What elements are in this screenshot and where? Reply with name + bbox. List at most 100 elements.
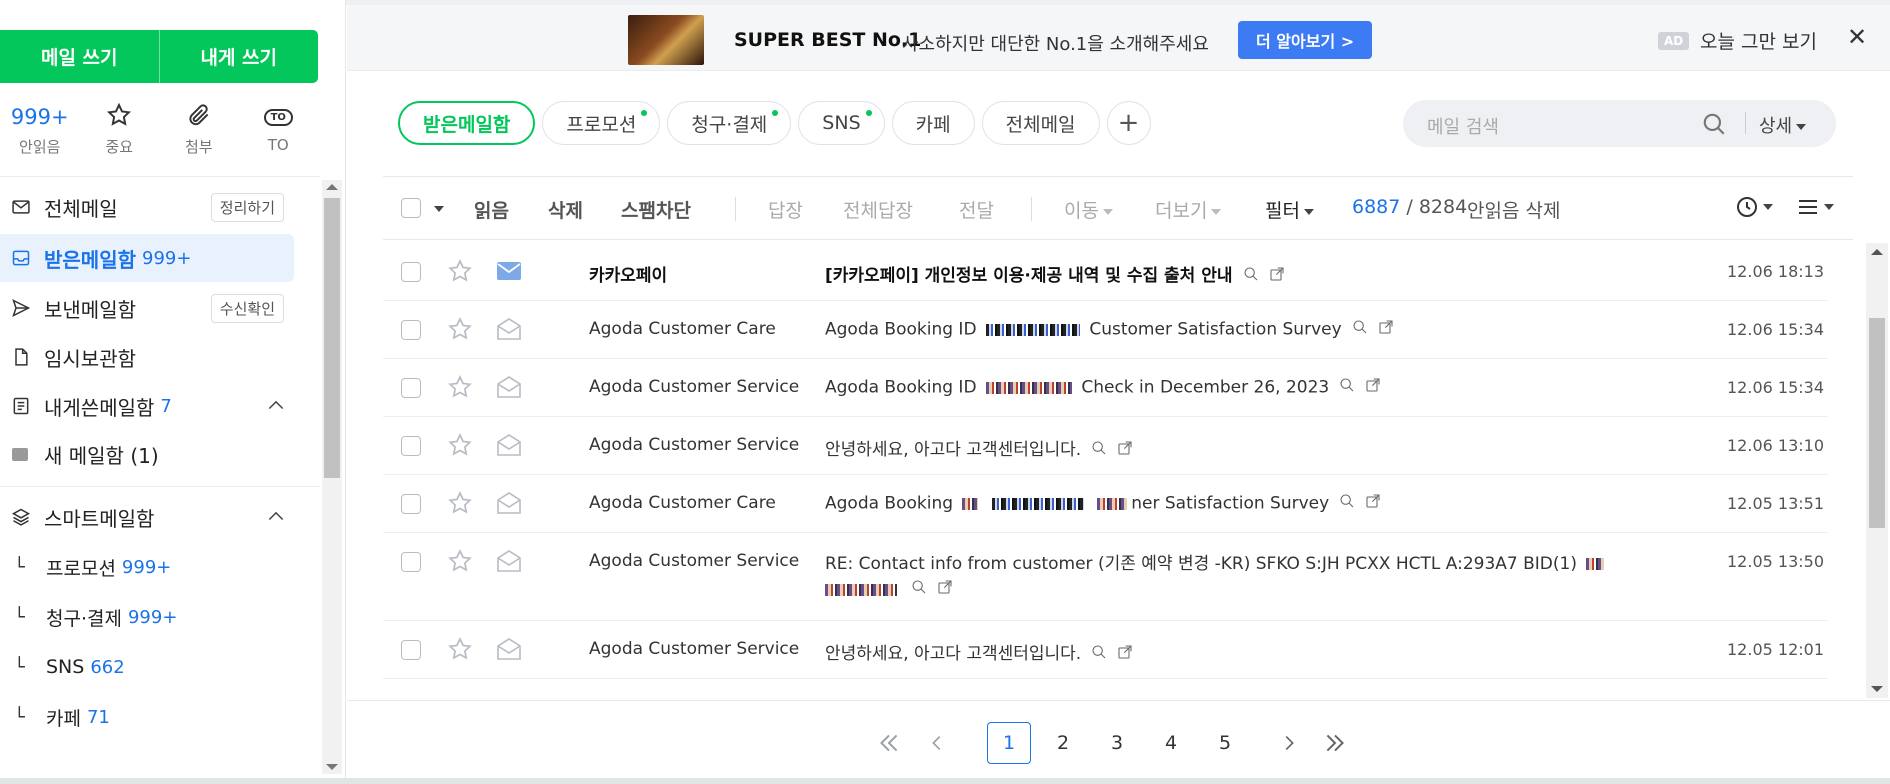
sort-time-button[interactable] (1735, 195, 1773, 219)
row-checkbox[interactable] (401, 436, 421, 456)
tab-all-mail[interactable]: 전체메일 (981, 101, 1100, 145)
folder-drafts[interactable]: 임시보관함 (0, 333, 320, 381)
mail-subject[interactable]: Agoda Booking ner Satisfaction Survey (825, 493, 1381, 514)
mail-row[interactable]: Agoda Customer Care Agoda Booking ID Cus… (383, 301, 1828, 359)
mail-list-scrollbar[interactable] (1866, 243, 1888, 698)
folder-promotion[interactable]: └ 프로모션 999+ (0, 543, 320, 591)
mail-subject[interactable]: 안녕하세요, 아고다 고객센터입니다. (825, 639, 1133, 665)
preview-search-icon[interactable] (1091, 644, 1107, 665)
folder-new-box[interactable]: 새 메일함 (1) (0, 430, 320, 478)
folder-smart[interactable]: 스마트메일함 (0, 493, 320, 541)
more-button[interactable]: 더보기 (1155, 196, 1222, 223)
read-envelope-icon[interactable] (496, 375, 522, 403)
preview-search-icon[interactable] (911, 579, 927, 600)
page-3[interactable]: 3 (1095, 722, 1139, 764)
ad-learn-more-button[interactable]: 더 알아보기 > (1238, 21, 1373, 59)
reply-all-button[interactable]: 전체답장 (843, 196, 913, 223)
forward-button[interactable]: 전달 (959, 196, 994, 223)
scroll-up-arrow[interactable] (326, 184, 338, 190)
folder-cafe[interactable]: └ 카페 71 (0, 693, 320, 741)
previous-page-icon[interactable] (915, 722, 959, 764)
tab-billing[interactable]: 청구·결제 (667, 101, 792, 145)
sidebar-scrollbar[interactable] (322, 180, 342, 774)
mail-sender[interactable]: Agoda Customer Care (589, 493, 776, 513)
page-1[interactable]: 1 (987, 722, 1031, 764)
spam-block-button[interactable]: 스팸차단 (621, 196, 691, 223)
open-new-window-icon[interactable] (1117, 644, 1133, 665)
preview-search-icon[interactable] (1352, 319, 1368, 340)
preview-search-icon[interactable] (1243, 266, 1259, 287)
mail-subject[interactable]: Agoda Booking ID Customer Satisfaction S… (825, 319, 1394, 340)
folder-to-me[interactable]: 내게쓴메일함 7 (0, 382, 320, 430)
mail-sender[interactable]: Agoda Customer Service (589, 435, 799, 455)
row-checkbox[interactable] (401, 320, 421, 340)
read-envelope-icon[interactable] (496, 549, 522, 577)
mail-subject[interactable]: RE: Contact info from customer (기존 예약 변경… (825, 549, 1608, 574)
mail-row[interactable]: Agoda Customer Service 안녕하세요, 아고다 고객센터입니… (383, 621, 1828, 679)
mail-subject[interactable]: 안녕하세요, 아고다 고객센터입니다. (825, 435, 1133, 461)
tab-cafe[interactable]: 카페 (891, 101, 975, 145)
star-icon[interactable] (447, 548, 473, 578)
mail-row[interactable]: Agoda Customer Care Agoda Booking ner Sa… (383, 475, 1828, 533)
view-options-button[interactable] (1796, 195, 1834, 219)
scroll-up-arrow[interactable] (1871, 249, 1883, 255)
read-envelope-icon[interactable] (496, 317, 522, 345)
read-receipt-button[interactable]: 수신확인 (210, 293, 284, 323)
star-icon[interactable] (447, 636, 473, 666)
read-envelope-icon[interactable] (496, 491, 522, 519)
mail-subject-continued[interactable] (825, 579, 953, 600)
quick-to-me[interactable]: TO TO (239, 100, 319, 162)
detail-search-button[interactable]: 상세 (1759, 112, 1807, 138)
row-checkbox[interactable] (401, 262, 421, 282)
delete-unread-button[interactable]: 안읽음 삭제 (1467, 196, 1560, 223)
search-input[interactable]: 메일 검색 (1427, 113, 1499, 139)
mail-row[interactable]: 카카오페이 [카카오페이] 개인정보 이용·제공 내역 및 수집 출처 안내 1… (383, 243, 1828, 301)
star-icon[interactable] (447, 258, 473, 288)
mark-read-button[interactable]: 읽음 (474, 196, 509, 223)
quick-unread[interactable]: 999+ 안읽음 (0, 100, 80, 162)
open-new-window-icon[interactable] (1365, 493, 1381, 514)
mail-row[interactable]: Agoda Customer Service 안녕하세요, 아고다 고객센터입니… (383, 417, 1828, 475)
page-5[interactable]: 5 (1203, 722, 1247, 764)
filter-button[interactable]: 필터 (1265, 196, 1314, 223)
folder-billing[interactable]: └ 청구·결제 999+ (0, 593, 320, 641)
open-new-window-icon[interactable] (1269, 266, 1285, 287)
mail-sender[interactable]: Agoda Customer Care (589, 319, 776, 339)
mail-row[interactable]: Agoda Customer Service RE: Contact info … (383, 533, 1828, 621)
folder-sent[interactable]: 보낸메일함 수신확인 (0, 284, 320, 332)
mail-sender[interactable]: 카카오페이 (589, 261, 667, 286)
tab-sns[interactable]: SNS (798, 101, 885, 145)
ad-image[interactable] (628, 15, 704, 65)
mail-sender[interactable]: Agoda Customer Service (589, 377, 799, 397)
select-all-checkbox[interactable] (401, 198, 421, 218)
unread-envelope-icon[interactable] (496, 259, 522, 287)
ad-hide-today-link[interactable]: 오늘 그만 보기 (1700, 27, 1817, 54)
scroll-down-arrow[interactable] (1871, 686, 1883, 692)
page-4[interactable]: 4 (1149, 722, 1193, 764)
preview-search-icon[interactable] (1339, 377, 1355, 398)
open-new-window-icon[interactable] (937, 579, 953, 600)
chevron-up-icon[interactable] (266, 396, 286, 421)
reply-button[interactable]: 답장 (768, 196, 803, 223)
tab-inbox[interactable]: 받은메일함 (398, 101, 536, 145)
read-envelope-icon[interactable] (496, 433, 522, 461)
folder-inbox[interactable]: 받은메일함 999+ (0, 234, 294, 282)
star-icon[interactable] (447, 432, 473, 462)
close-icon[interactable]: ✕ (1847, 23, 1867, 51)
write-mail-button[interactable]: 메일 쓰기 (0, 30, 159, 83)
organize-button[interactable]: 정리하기 (210, 192, 284, 222)
scroll-thumb[interactable] (324, 198, 340, 478)
star-icon[interactable] (447, 374, 473, 404)
row-checkbox[interactable] (401, 378, 421, 398)
caret-down-icon[interactable] (434, 206, 444, 212)
read-envelope-icon[interactable] (496, 637, 522, 665)
mail-sender[interactable]: Agoda Customer Service (589, 639, 799, 659)
next-page-icon[interactable] (1267, 722, 1311, 764)
search-icon[interactable] (1701, 111, 1727, 141)
write-to-me-button[interactable]: 내게 쓰기 (160, 30, 319, 83)
last-page-icon[interactable] (1313, 722, 1357, 764)
open-new-window-icon[interactable] (1117, 440, 1133, 461)
preview-search-icon[interactable] (1091, 440, 1107, 461)
ad-title[interactable]: SUPER BEST No.1 (734, 29, 921, 51)
first-page-icon[interactable] (867, 722, 911, 764)
